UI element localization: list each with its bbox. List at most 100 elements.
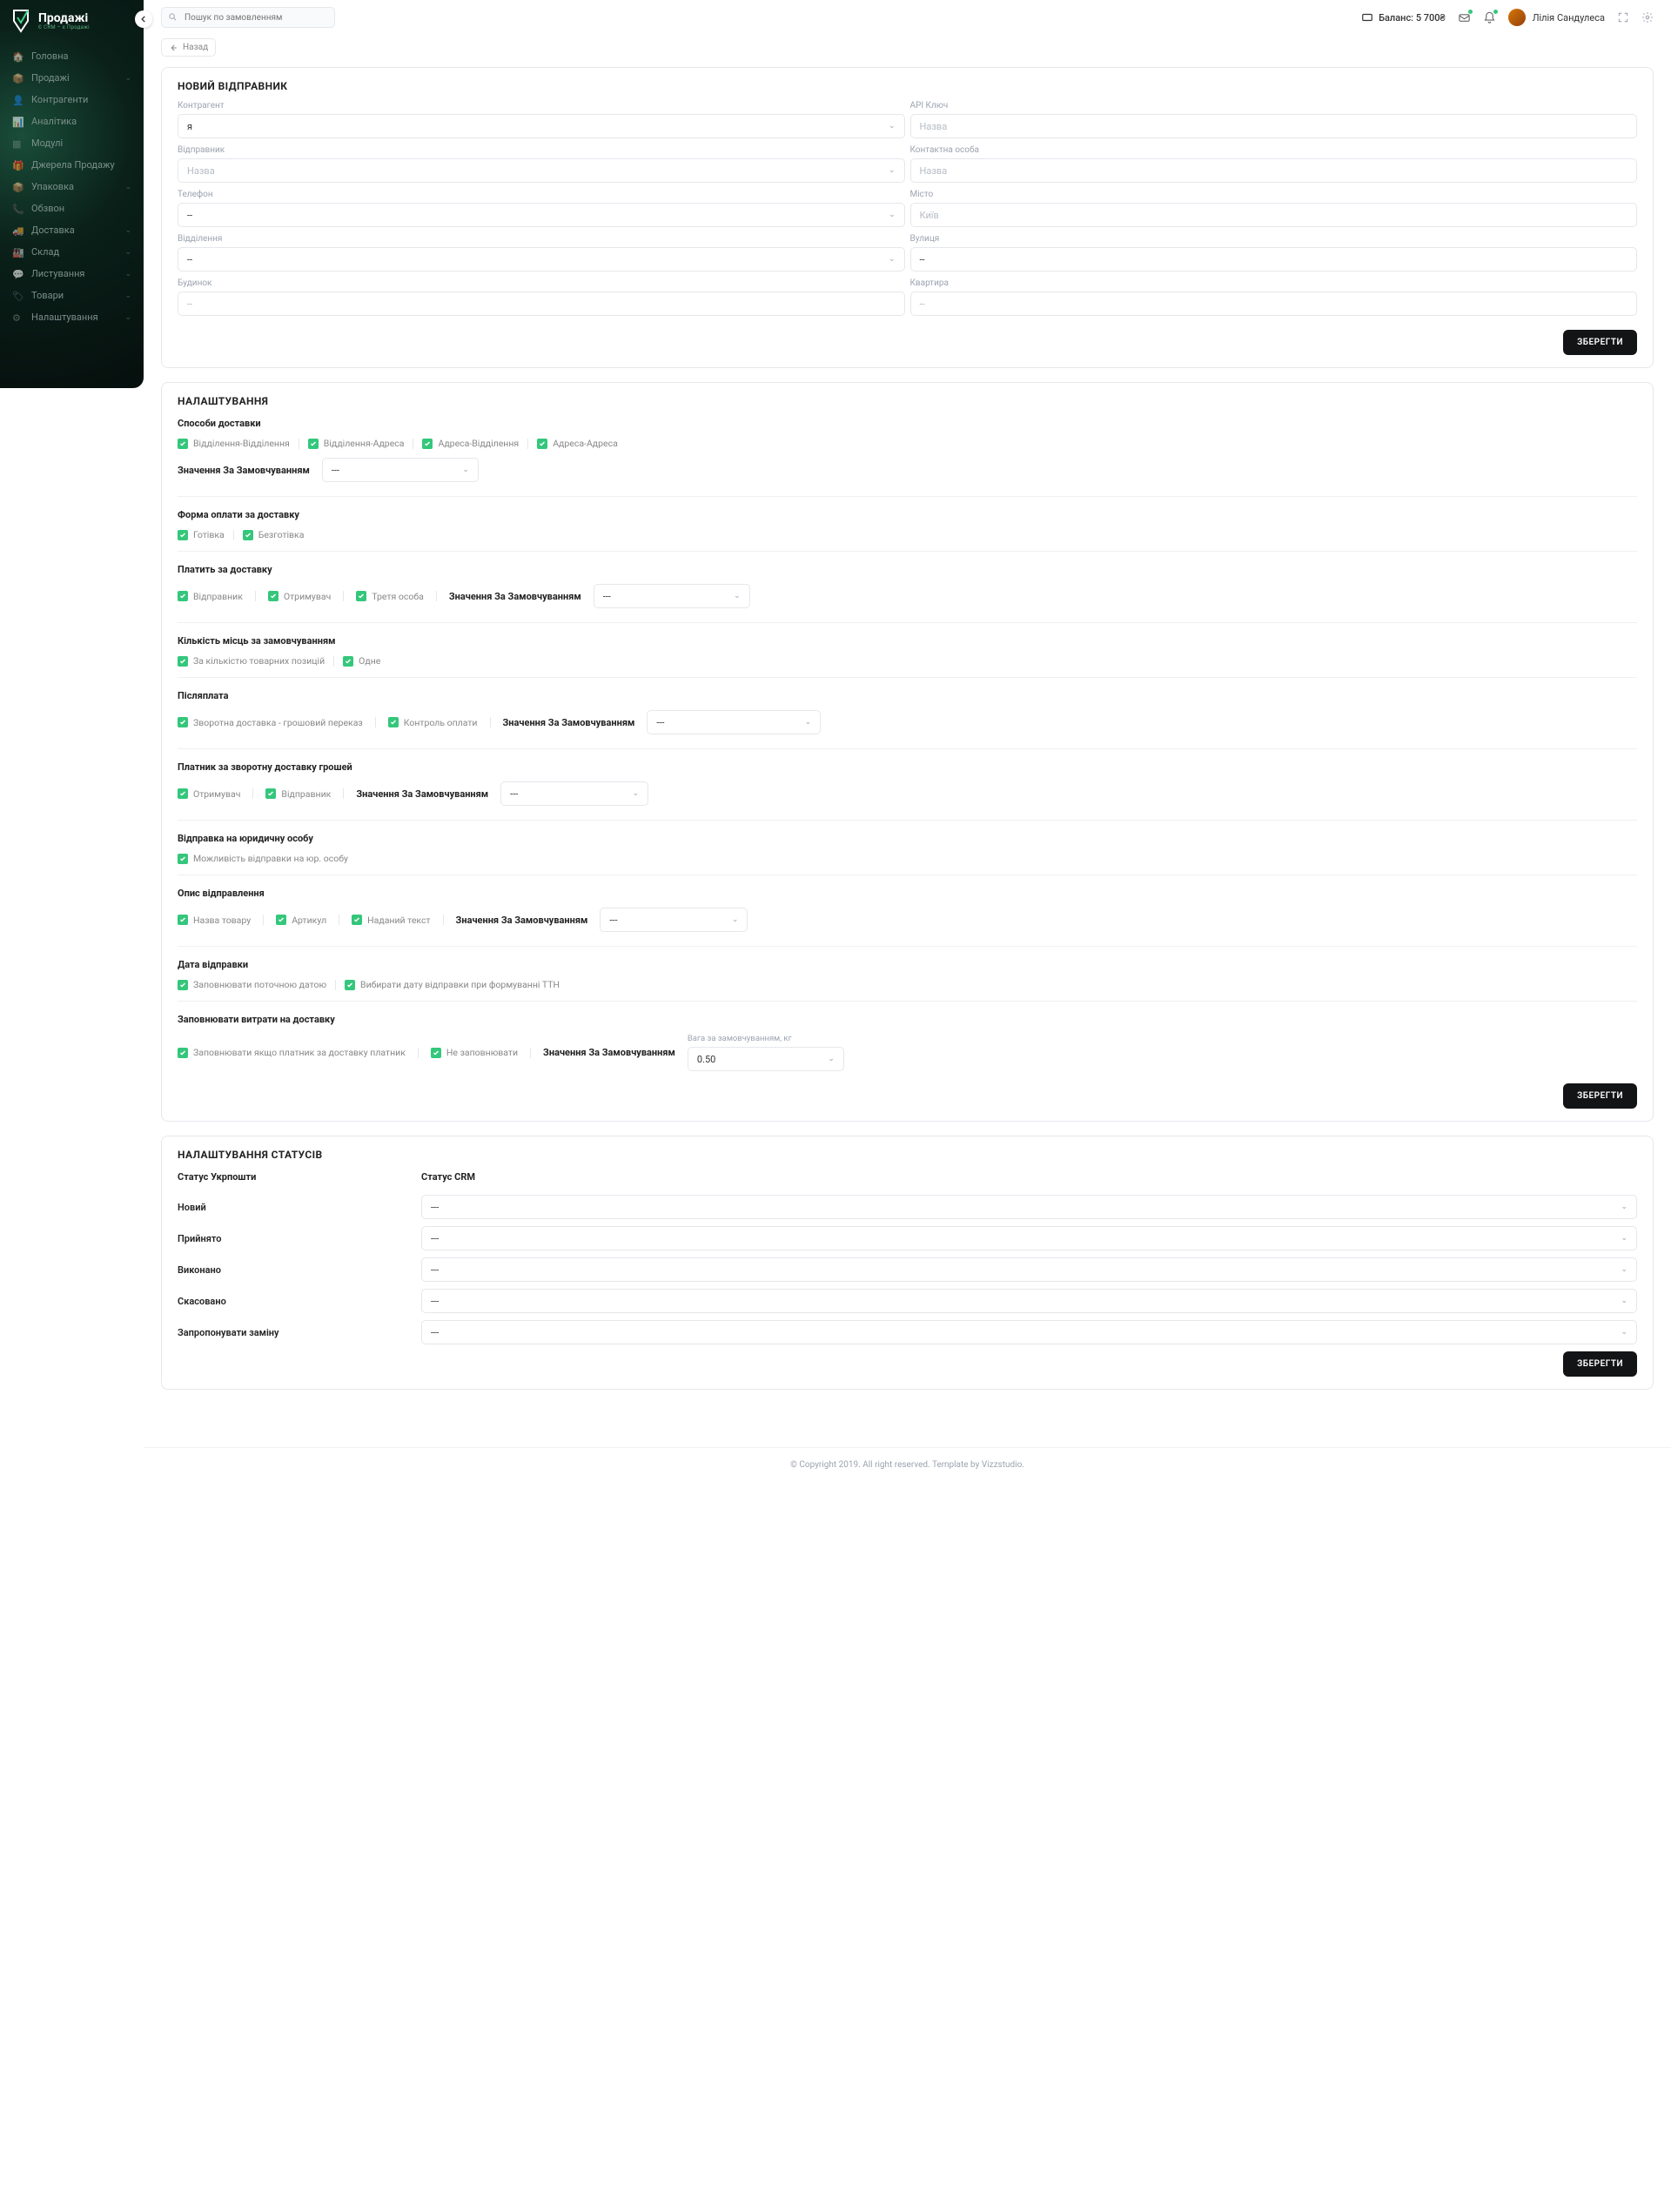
sidebar-item-12[interactable]: ⚙Налаштування⌄	[0, 306, 144, 328]
status-select[interactable]: ---⌄	[421, 1289, 1637, 1313]
bell-icon[interactable]	[1483, 11, 1496, 24]
sender-select[interactable]: Назва⌄	[178, 158, 905, 183]
checkbox[interactable]: Готівка	[178, 529, 225, 540]
separator	[490, 717, 491, 727]
separator	[418, 1048, 419, 1058]
checkbox-label: Контроль оплати	[404, 717, 478, 728]
checkbox[interactable]: Артикул	[276, 915, 326, 926]
user-menu[interactable]: Лілія Сандулеса	[1508, 9, 1605, 26]
checkbox-label: Одне	[359, 655, 380, 667]
phone-select[interactable]: --⌄	[178, 203, 905, 227]
checkbox[interactable]: Не заповнювати	[431, 1047, 518, 1058]
balance[interactable]: Баланс: 5 700₴	[1361, 11, 1446, 23]
check-icon	[178, 717, 188, 727]
checkbox[interactable]: За кількістю товарних позицій	[178, 655, 325, 667]
card-title: НОВИЙ ВІДПРАВНИК	[162, 68, 1653, 101]
default-label: Значення За Замовчуванням	[178, 465, 310, 476]
nav-icon: 📦	[12, 73, 23, 84]
field-label: Будинок	[178, 278, 905, 288]
chevron-down-icon: ⌄	[124, 292, 131, 300]
check-icon	[308, 439, 319, 449]
nav-label: Товари	[31, 290, 116, 301]
description-header: Опис відправлення	[162, 886, 1653, 908]
checkbox[interactable]: Зворотна доставка - грошовий переказ	[178, 717, 363, 728]
building-input[interactable]: --	[178, 292, 905, 316]
sidebar-collapse-button[interactable]	[135, 10, 152, 28]
nav-label: Упаковка	[31, 181, 116, 192]
checkbox[interactable]: Відправник	[178, 591, 243, 602]
check-icon	[345, 980, 355, 990]
checkbox[interactable]: Безготівка	[243, 529, 305, 540]
separator	[343, 788, 344, 799]
sidebar-item-8[interactable]: 🚚Доставка⌄	[0, 219, 144, 241]
status-select[interactable]: ---⌄	[421, 1195, 1637, 1219]
status-select[interactable]: ---⌄	[421, 1226, 1637, 1250]
weight-select[interactable]: 0.50⌄	[688, 1047, 844, 1071]
api_key-input[interactable]: Назва	[910, 114, 1638, 138]
default-select[interactable]: ---⌄	[500, 781, 648, 806]
checkbox[interactable]: Адреса-Відділення	[422, 438, 519, 449]
nav-label: Контрагенти	[31, 94, 131, 105]
sidebar-item-11[interactable]: 🏷Товари⌄	[0, 285, 144, 306]
send-date-header: Дата відправки	[162, 957, 1653, 979]
checkbox[interactable]: Отримувач	[268, 591, 331, 602]
logo-icon	[10, 9, 31, 33]
sidebar-item-2[interactable]: 👤Контрагенти	[0, 89, 144, 111]
contact-input[interactable]: Назва	[910, 158, 1638, 183]
checkbox[interactable]: Відділення-Адреса	[308, 438, 405, 449]
status-select[interactable]: ---⌄	[421, 1320, 1637, 1344]
checkbox[interactable]: Вибирати дату відправки при формуванні Т…	[345, 979, 560, 990]
sidebar-item-1[interactable]: 📦Продажі⌄	[0, 67, 144, 89]
settings-icon[interactable]	[1641, 11, 1654, 23]
checkbox[interactable]: Контроль оплати	[388, 717, 478, 728]
checkbox-label: Адреса-Відділення	[438, 438, 519, 449]
avatar	[1508, 9, 1526, 26]
checkbox[interactable]: Одне	[343, 655, 380, 667]
separator	[335, 980, 336, 990]
default-select[interactable]: ---⌄	[600, 908, 748, 932]
checkbox[interactable]: Заповнювати якщо платник за доставку пла…	[178, 1047, 406, 1058]
default-select[interactable]: ---⌄	[594, 584, 750, 608]
save-button[interactable]: ЗБЕРЕГТИ	[1563, 330, 1637, 355]
checkbox[interactable]: Отримувач	[178, 788, 240, 800]
save-button[interactable]: ЗБЕРЕГТИ	[1563, 1351, 1637, 1377]
checkbox-label: Відділення-Адреса	[324, 438, 405, 449]
check-icon	[178, 980, 188, 990]
logo[interactable]: Продажі Є CRM – є Продажі	[0, 0, 144, 40]
checkbox[interactable]: Назва товару	[178, 915, 251, 926]
status-label: Новий	[178, 1202, 404, 1213]
sidebar-item-10[interactable]: 💬Листування⌄	[0, 263, 144, 285]
apartment-input[interactable]: --	[910, 292, 1638, 316]
search-input[interactable]	[161, 7, 335, 28]
branch-select[interactable]: --⌄	[178, 247, 905, 271]
sidebar-item-5[interactable]: 🎁Джерела Продажу	[0, 154, 144, 176]
street-input[interactable]: --	[910, 247, 1638, 271]
back-button[interactable]: Назад	[161, 38, 216, 57]
mail-icon[interactable]	[1458, 11, 1471, 24]
status-col2: Статус CRM	[421, 1171, 1637, 1183]
sidebar-item-6[interactable]: 📦Упаковка⌄	[0, 176, 144, 198]
save-button[interactable]: ЗБЕРЕГТИ	[1563, 1083, 1637, 1109]
sidebar-item-9[interactable]: 🏭Склад⌄	[0, 241, 144, 263]
sidebar-item-4[interactable]: ▦Модулі	[0, 132, 144, 154]
checkbox[interactable]: Третя особа	[356, 591, 424, 602]
sidebar-item-0[interactable]: 🏠Головна	[0, 45, 144, 67]
checkbox[interactable]: Відправник	[265, 788, 331, 800]
checkbox[interactable]: Наданий текст	[352, 915, 430, 926]
default-select[interactable]: ---⌄	[647, 710, 821, 734]
checkbox[interactable]: Адреса-Адреса	[537, 438, 618, 449]
checkbox-label: Третя особа	[372, 591, 424, 602]
nav-label: Джерела Продажу	[31, 159, 131, 171]
status-select[interactable]: ---⌄	[421, 1257, 1637, 1282]
fullscreen-icon[interactable]	[1617, 11, 1629, 23]
separator	[527, 439, 528, 449]
contragent-select[interactable]: я⌄	[178, 114, 905, 138]
sidebar-item-7[interactable]: 📞Обзвон	[0, 198, 144, 219]
checkbox[interactable]: Відділення-Відділення	[178, 438, 290, 449]
city-input[interactable]: Київ	[910, 203, 1638, 227]
checkbox[interactable]: Заповнювати поточною датою	[178, 979, 326, 990]
checkbox[interactable]: Можливість відправки на юр. особу	[178, 853, 348, 864]
sidebar-item-3[interactable]: 📊Аналітика	[0, 111, 144, 132]
check-icon	[178, 530, 188, 540]
delivery-default-select[interactable]: ---⌄	[322, 458, 479, 482]
